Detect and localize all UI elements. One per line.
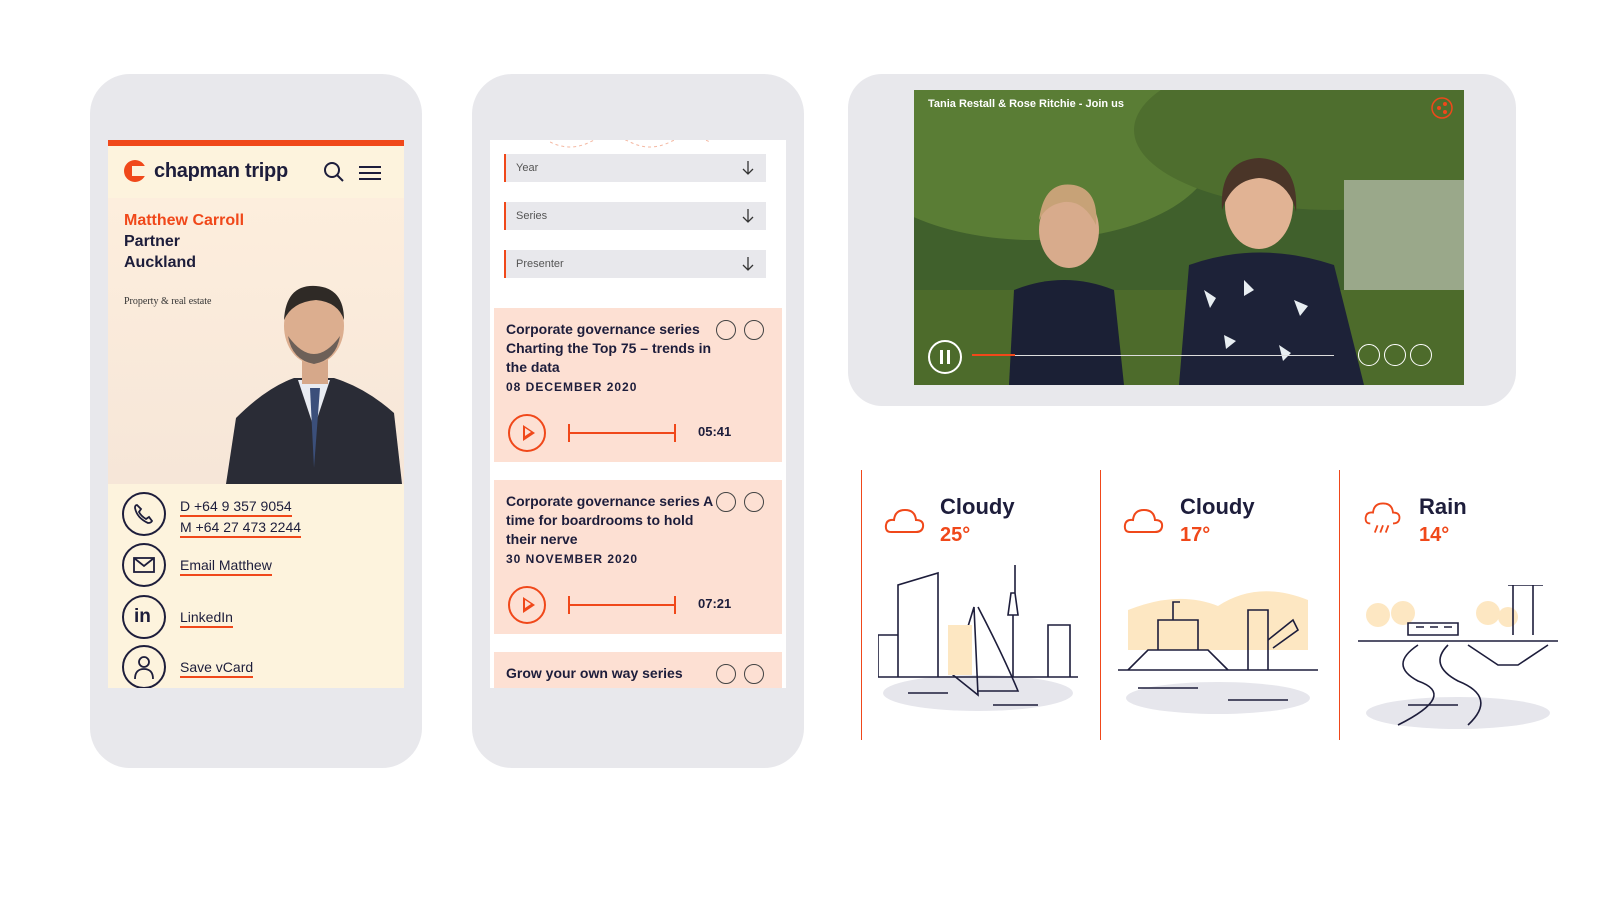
download-icon[interactable] [716, 492, 736, 512]
profile-screen: chapman tripp Matthew Carroll Partner Au… [108, 140, 404, 688]
weather-temperature: 17° [1180, 524, 1211, 546]
search-icon[interactable] [323, 161, 345, 183]
episode-title: Corporate governance series A time for b… [506, 493, 713, 547]
profile-hero: Matthew Carroll Partner Auckland Propert… [108, 198, 404, 484]
linkedin-link[interactable]: LinkedIn [180, 609, 233, 628]
audio-progress-track[interactable] [568, 424, 676, 442]
phone-frame-profile: chapman tripp Matthew Carroll Partner Au… [90, 74, 422, 768]
episode-title: Corporate governance series Charting the… [506, 321, 712, 375]
download-icon[interactable] [716, 664, 736, 684]
share-icon[interactable] [744, 320, 764, 340]
vcard-person-icon[interactable] [122, 645, 166, 688]
logo-icon[interactable] [124, 160, 146, 182]
episode-duration: 05:41 [698, 424, 732, 439]
weather-condition: Cloudy [1180, 494, 1255, 519]
video-title: Tania Restall & Rose Ritchie - Join us [928, 98, 1125, 110]
year-filter-select[interactable]: Year [504, 154, 766, 182]
cloud-icon [1123, 508, 1164, 533]
video-progress-fill [972, 354, 1016, 356]
settings-icon[interactable] [1384, 344, 1406, 366]
hamburger-menu-icon[interactable] [358, 164, 382, 182]
phone-mobile-link[interactable]: M +64 27 473 2244 [180, 519, 302, 538]
video-player[interactable]: Tania Restall & Rose Ritchie - Join us [914, 90, 1464, 385]
video-frame-image [914, 90, 1464, 385]
video-scrubber-track[interactable] [972, 354, 1334, 356]
play-button[interactable] [508, 586, 546, 624]
series-filter-label: Series [516, 210, 548, 222]
series-filter-select[interactable]: Series [504, 202, 766, 230]
person-city: Auckland [124, 254, 197, 271]
weather-condition: Rain [1419, 494, 1467, 519]
share-icon[interactable] [1430, 96, 1454, 120]
phone-direct-link[interactable]: D +64 9 357 9054 [180, 498, 292, 517]
person-role: Partner [124, 233, 181, 250]
harbour-illustration [1118, 591, 1318, 714]
episode-date: 30 NOVEMBER 2020 [506, 552, 639, 566]
episode-card[interactable]: Grow your own way series [494, 652, 782, 688]
weather-condition: Cloudy [940, 494, 1015, 519]
podcasts-screen: Year Series Presenter Corporate governan… [490, 140, 786, 688]
year-filter-label: Year [516, 162, 539, 174]
fullscreen-icon[interactable] [1410, 344, 1432, 366]
practice-area[interactable]: Property & real estate [124, 296, 211, 307]
river-illustration [1358, 585, 1558, 729]
portrait-photo [226, 285, 402, 484]
audio-progress-track[interactable] [568, 596, 676, 614]
presenter-filter-select[interactable]: Presenter [504, 250, 766, 278]
volume-icon[interactable] [1358, 344, 1380, 366]
linkedin-icon[interactable]: in [122, 595, 166, 639]
episode-title: Grow your own way series [506, 665, 683, 681]
weather-divider [861, 470, 862, 740]
arrow-down-icon [742, 161, 754, 175]
pause-button[interactable] [928, 340, 962, 374]
weather-divider [1100, 470, 1101, 740]
vcard-link[interactable]: Save vCard [180, 659, 254, 678]
decorative-wave [550, 140, 710, 148]
arrow-down-icon [742, 209, 754, 223]
share-icon[interactable] [744, 664, 764, 684]
weather-divider [1339, 470, 1340, 740]
episode-duration: 07:21 [698, 596, 732, 611]
site-header: chapman tripp [108, 146, 404, 198]
envelope-icon[interactable] [122, 543, 166, 587]
episode-card[interactable]: Corporate governance series Charting the… [494, 308, 782, 462]
email-link[interactable]: Email Matthew [180, 557, 272, 576]
person-name: Matthew Carroll [124, 212, 245, 229]
presenter-filter-label: Presenter [516, 258, 564, 270]
play-button[interactable] [508, 414, 546, 452]
city-skyline-illustration [878, 565, 1078, 711]
logo-text[interactable]: chapman tripp [154, 160, 288, 183]
episode-card[interactable]: Corporate governance series A time for b… [494, 480, 782, 634]
arrow-down-icon [742, 257, 754, 271]
weather-temperature: 25° [940, 524, 971, 546]
phone-icon[interactable] [122, 492, 166, 536]
share-icon[interactable] [744, 492, 764, 512]
phone-frame-podcasts: Year Series Presenter Corporate governan… [472, 74, 804, 768]
download-icon[interactable] [716, 320, 736, 340]
weather-temperature: 14° [1419, 524, 1450, 546]
cloud-icon [884, 508, 925, 533]
rain-cloud-icon [1364, 502, 1401, 533]
episode-date: 08 DECEMBER 2020 [506, 380, 638, 394]
